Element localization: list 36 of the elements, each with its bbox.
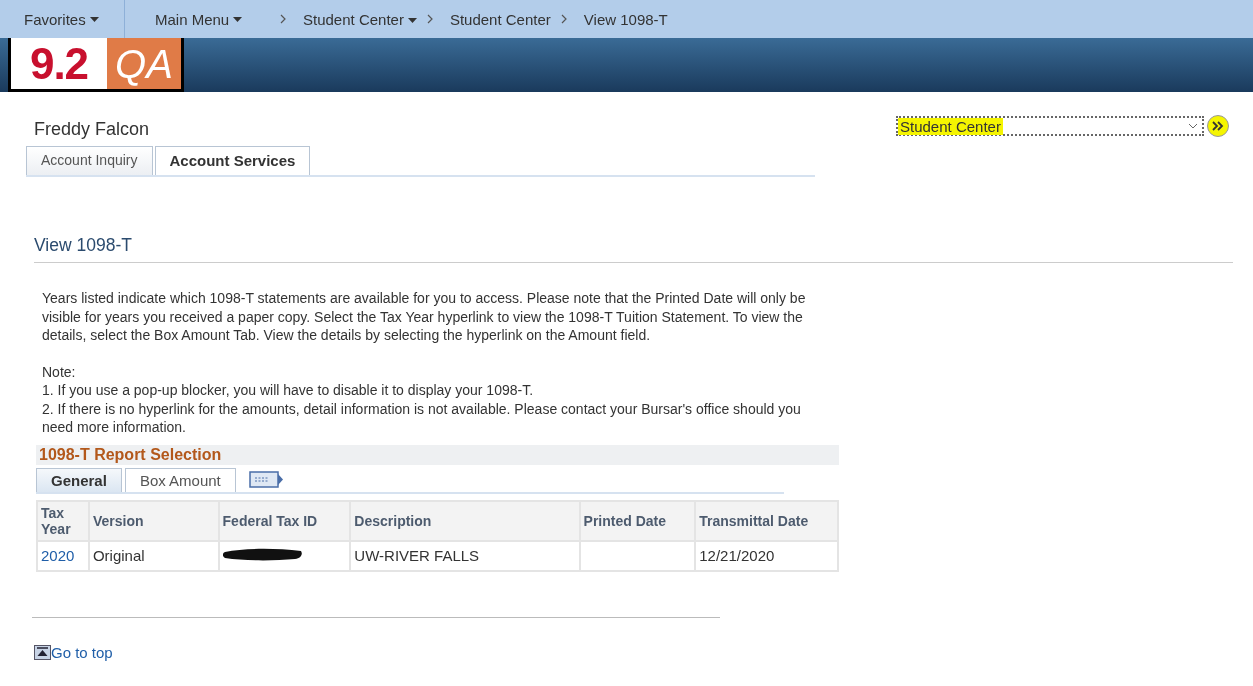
- breadcrumb-link[interactable]: View 1098-T: [583, 10, 668, 28]
- navigation-select[interactable]: Student Center: [896, 116, 1204, 136]
- show-all-columns-icon[interactable]: [248, 470, 285, 488]
- nav-menu[interactable]: Main Menu: [125, 0, 270, 38]
- chevron-icon: [560, 14, 568, 24]
- tab[interactable]: Account Inquiry: [26, 146, 153, 175]
- chevron-icon: [280, 14, 287, 24]
- chevron-down-icon: [1188, 123, 1198, 129]
- note-item: 1. If you use a pop-up blocker, you will have to disable it to display your 1098-T.: [42, 381, 535, 400]
- page-title: View 1098-T: [34, 235, 1233, 263]
- go-button[interactable]: [1207, 115, 1229, 137]
- tab[interactable]: Account Services: [154, 146, 311, 175]
- grid-tab[interactable]: Box Amount: [124, 467, 236, 492]
- logo-number: 9.2: [28, 38, 90, 89]
- column-header: Tax Year: [37, 500, 89, 541]
- intro-paragraph: Years listed indicate which 1098-T statements are available for you to access. Please note that the Printed Date will only be visible for years you received a paper copy. Select the Tax Year hyperlink to view the 1098-T Tuition Statement. To view the details, select the Box Amount Tab. View the details by selecting the hyperlink on the Amount field.: [42, 289, 807, 345]
- column-header: Transmittal Date: [695, 500, 838, 541]
- column-header: Federal Tax ID: [218, 500, 351, 541]
- table-cell: UW-RIVER FALLS: [350, 540, 580, 571]
- breadcrumb-link[interactable]: Student Center: [449, 10, 551, 28]
- double-chevron-icon: [1212, 121, 1224, 131]
- column-header: Version: [88, 500, 219, 541]
- go-to-top-icon: [34, 644, 51, 660]
- note-item: 2. If there is no hyperlink for the amounts, detail information is not available. Please contact your Bursar's office should you need more information.: [42, 399, 802, 437]
- section-title: 1098-T Report Selection: [36, 444, 839, 465]
- column-header: Printed Date: [579, 500, 696, 541]
- grid-tab[interactable]: General: [36, 467, 122, 492]
- table-cell: Original: [88, 540, 219, 571]
- chevron-icon: [426, 14, 434, 24]
- logo-env: QA: [107, 38, 181, 89]
- table-cell: 12/21/2020: [695, 540, 838, 571]
- breadcrumb-link[interactable]: Student Center: [303, 10, 417, 28]
- column-header: Description: [350, 500, 580, 541]
- user-name: Freddy Falcon: [34, 119, 150, 140]
- note-label: Note:: [42, 362, 77, 381]
- go-to-top-link[interactable]: Go to top: [51, 643, 113, 661]
